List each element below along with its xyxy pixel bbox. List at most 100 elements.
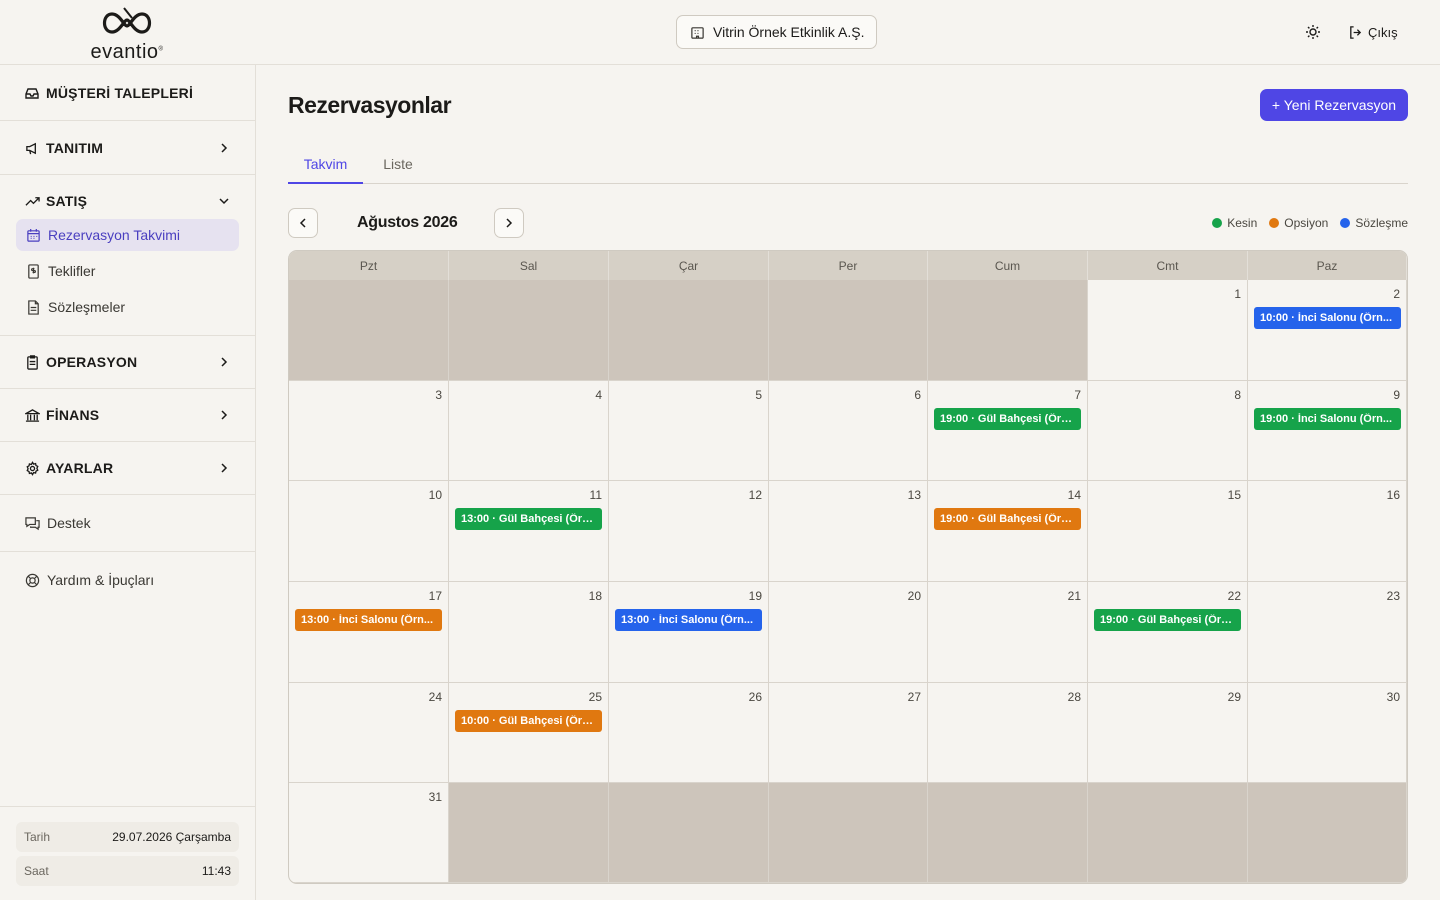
weekday-label: Sal: [449, 251, 609, 280]
theme-toggle-button[interactable]: [1302, 21, 1324, 43]
calendar-day-cell[interactable]: 20: [769, 582, 928, 683]
calendar-day-cell[interactable]: 23: [1248, 582, 1407, 683]
calendar-day-cell[interactable]: 5: [609, 381, 769, 481]
day-number: 4: [595, 388, 602, 402]
sidebar-section-sales[interactable]: SATIŞ: [0, 187, 255, 215]
day-number: 7: [1074, 388, 1081, 402]
legend-item-kesin: Kesin: [1212, 216, 1257, 230]
sidebar-section-finance[interactable]: FİNANS: [0, 401, 255, 429]
trending-up-icon: [24, 193, 40, 209]
calendar-day-cell[interactable]: 14 19:00 · Gül Bahçesi (Örn...: [928, 481, 1088, 582]
sidebar-item-reservation-calendar[interactable]: Rezervasyon Takvimi: [16, 219, 239, 251]
calendar-day-cell[interactable]: 2 10:00 · İnci Salonu (Örn...: [1248, 280, 1407, 381]
time-value: 11:43: [201, 864, 231, 878]
date-info: Tarih 29.07.2026 Çarşamba: [16, 822, 239, 852]
logout-icon: [1350, 25, 1362, 39]
calendar-day-cell[interactable]: 21: [928, 582, 1088, 683]
previous-month-button[interactable]: [288, 208, 318, 238]
reservation-event[interactable]: 19:00 · İnci Salonu (Örn...: [1254, 408, 1401, 430]
chevron-down-icon: [217, 194, 231, 208]
reservation-event[interactable]: 13:00 · İnci Salonu (Örn...: [615, 609, 762, 631]
calendar-day-cell[interactable]: 3: [289, 381, 449, 481]
calendar-day-cell[interactable]: 16: [1248, 481, 1407, 582]
day-number: 10: [428, 488, 442, 502]
sidebar-section-promo[interactable]: TANITIM: [0, 134, 255, 162]
logout-button[interactable]: Çıkış: [1348, 21, 1398, 43]
page-title: Rezervasyonlar: [288, 92, 452, 118]
clipboard-icon: [24, 354, 40, 370]
reservation-event[interactable]: 19:00 · Gül Bahçesi (Örn...: [934, 508, 1081, 530]
sidebar-section-operations[interactable]: OPERASYON: [0, 348, 255, 376]
invoice-icon: [25, 263, 41, 279]
reservation-event[interactable]: 10:00 · Gül Bahçesi (Örn...: [455, 710, 602, 732]
company-selector-button[interactable]: Vitrin Örnek Etkinlik A.Ş.: [676, 15, 877, 49]
calendar-day-cell[interactable]: 25 10:00 · Gül Bahçesi (Örn...: [449, 683, 609, 783]
reservation-event[interactable]: 13:00 · Gül Bahçesi (Örn...: [455, 508, 602, 530]
event-label: 10:00 · Gül Bahçesi (Örn...: [461, 715, 597, 727]
tab-list[interactable]: Liste: [373, 145, 423, 183]
calendar-day-cell[interactable]: 19 13:00 · İnci Salonu (Örn...: [609, 582, 769, 683]
calendar-day-cell[interactable]: 8: [1088, 381, 1248, 481]
date-label: Tarih: [24, 830, 51, 844]
calendar-day-cell[interactable]: 29: [1088, 683, 1248, 783]
calendar-day-cell[interactable]: 15: [1088, 481, 1248, 582]
sidebar-section-settings[interactable]: AYARLAR: [0, 454, 255, 482]
chevron-right-icon: [217, 141, 231, 155]
calendar-day-cell[interactable]: 4: [449, 381, 609, 481]
calendar-day-cell[interactable]: 6: [769, 381, 928, 481]
calendar-day-cell[interactable]: 28: [928, 683, 1088, 783]
day-number: 15: [1227, 488, 1241, 502]
day-number: 12: [748, 488, 762, 502]
chevron-right-icon: [506, 218, 513, 228]
weekday-label: Pzt: [289, 251, 449, 280]
logout-label: Çıkış: [1368, 24, 1398, 40]
calendar-day-cell[interactable]: 12: [609, 481, 769, 582]
sidebar-item-label: Destek: [47, 515, 91, 531]
reservation-event[interactable]: 19:00 · Gül Bahçesi (Örn...: [1094, 609, 1241, 631]
calendar-day-cell[interactable]: 17 13:00 · İnci Salonu (Örn...: [289, 582, 449, 683]
sidebar-item-support[interactable]: Destek: [24, 513, 91, 533]
calendar-day-cell[interactable]: 22 19:00 · Gül Bahçesi (Örn...: [1088, 582, 1248, 683]
day-number: 1: [1234, 287, 1241, 301]
reservation-event[interactable]: 10:00 · İnci Salonu (Örn...: [1254, 307, 1401, 329]
calendar-day-cell[interactable]: 10: [289, 481, 449, 582]
calendar-day-cell[interactable]: 7 19:00 · Gül Bahçesi (Örn...: [928, 381, 1088, 481]
calendar-day-cell[interactable]: 9 19:00 · İnci Salonu (Örn...: [1248, 381, 1407, 481]
document-icon: [25, 299, 41, 315]
chevron-left-icon: [299, 218, 306, 228]
sidebar-section-label: FİNANS: [46, 407, 100, 423]
calendar-empty-cell: [609, 783, 769, 883]
sidebar-item-contracts[interactable]: Sözleşmeler: [16, 291, 239, 323]
calendar-day-cell[interactable]: 24: [289, 683, 449, 783]
reservation-event[interactable]: 19:00 · Gül Bahçesi (Örn...: [934, 408, 1081, 430]
day-number: 2: [1393, 287, 1400, 301]
calendar-day-cell[interactable]: 27: [769, 683, 928, 783]
sidebar-divider: [0, 806, 255, 807]
calendar-day-cell[interactable]: 1: [1088, 280, 1248, 381]
tab-calendar[interactable]: Takvim: [288, 145, 363, 184]
logo[interactable]: evantio®: [86, 6, 168, 63]
legend-label: Sözleşme: [1355, 216, 1408, 230]
view-tabs: Takvim Liste: [288, 145, 1408, 184]
event-label: 13:00 · Gül Bahçesi (Örn...: [461, 513, 597, 525]
calendar-day-cell[interactable]: 26: [609, 683, 769, 783]
reservation-event[interactable]: 13:00 · İnci Salonu (Örn...: [295, 609, 442, 631]
sidebar-item-label: Yardım & İpuçları: [47, 572, 155, 588]
calendar-day-cell[interactable]: 11 13:00 · Gül Bahçesi (Örn...: [449, 481, 609, 582]
calendar-day-cell[interactable]: 30: [1248, 683, 1407, 783]
calendar-day-cell[interactable]: 13: [769, 481, 928, 582]
megaphone-icon: [24, 140, 40, 156]
next-month-button[interactable]: [494, 208, 524, 238]
calendar-empty-cell: [928, 280, 1088, 381]
sidebar-item-help[interactable]: Yardım & İpuçları: [24, 570, 154, 590]
company-name: Vitrin Örnek Etkinlik A.Ş.: [713, 24, 865, 40]
calendar-day-cell[interactable]: 31: [289, 783, 449, 883]
sidebar-item-offers[interactable]: Teklifler: [16, 255, 239, 287]
calendar-day-cell[interactable]: 18: [449, 582, 609, 683]
legend-item-opsiyon: Opsiyon: [1269, 216, 1328, 230]
sidebar-section-requests[interactable]: MÜŞTERİ TALEPLERİ: [0, 79, 255, 107]
calendar-empty-cell: [449, 783, 609, 883]
day-number: 27: [907, 690, 921, 704]
new-reservation-button[interactable]: + Yeni Rezervasyon: [1260, 89, 1408, 121]
sidebar-section-label: AYARLAR: [46, 460, 114, 476]
